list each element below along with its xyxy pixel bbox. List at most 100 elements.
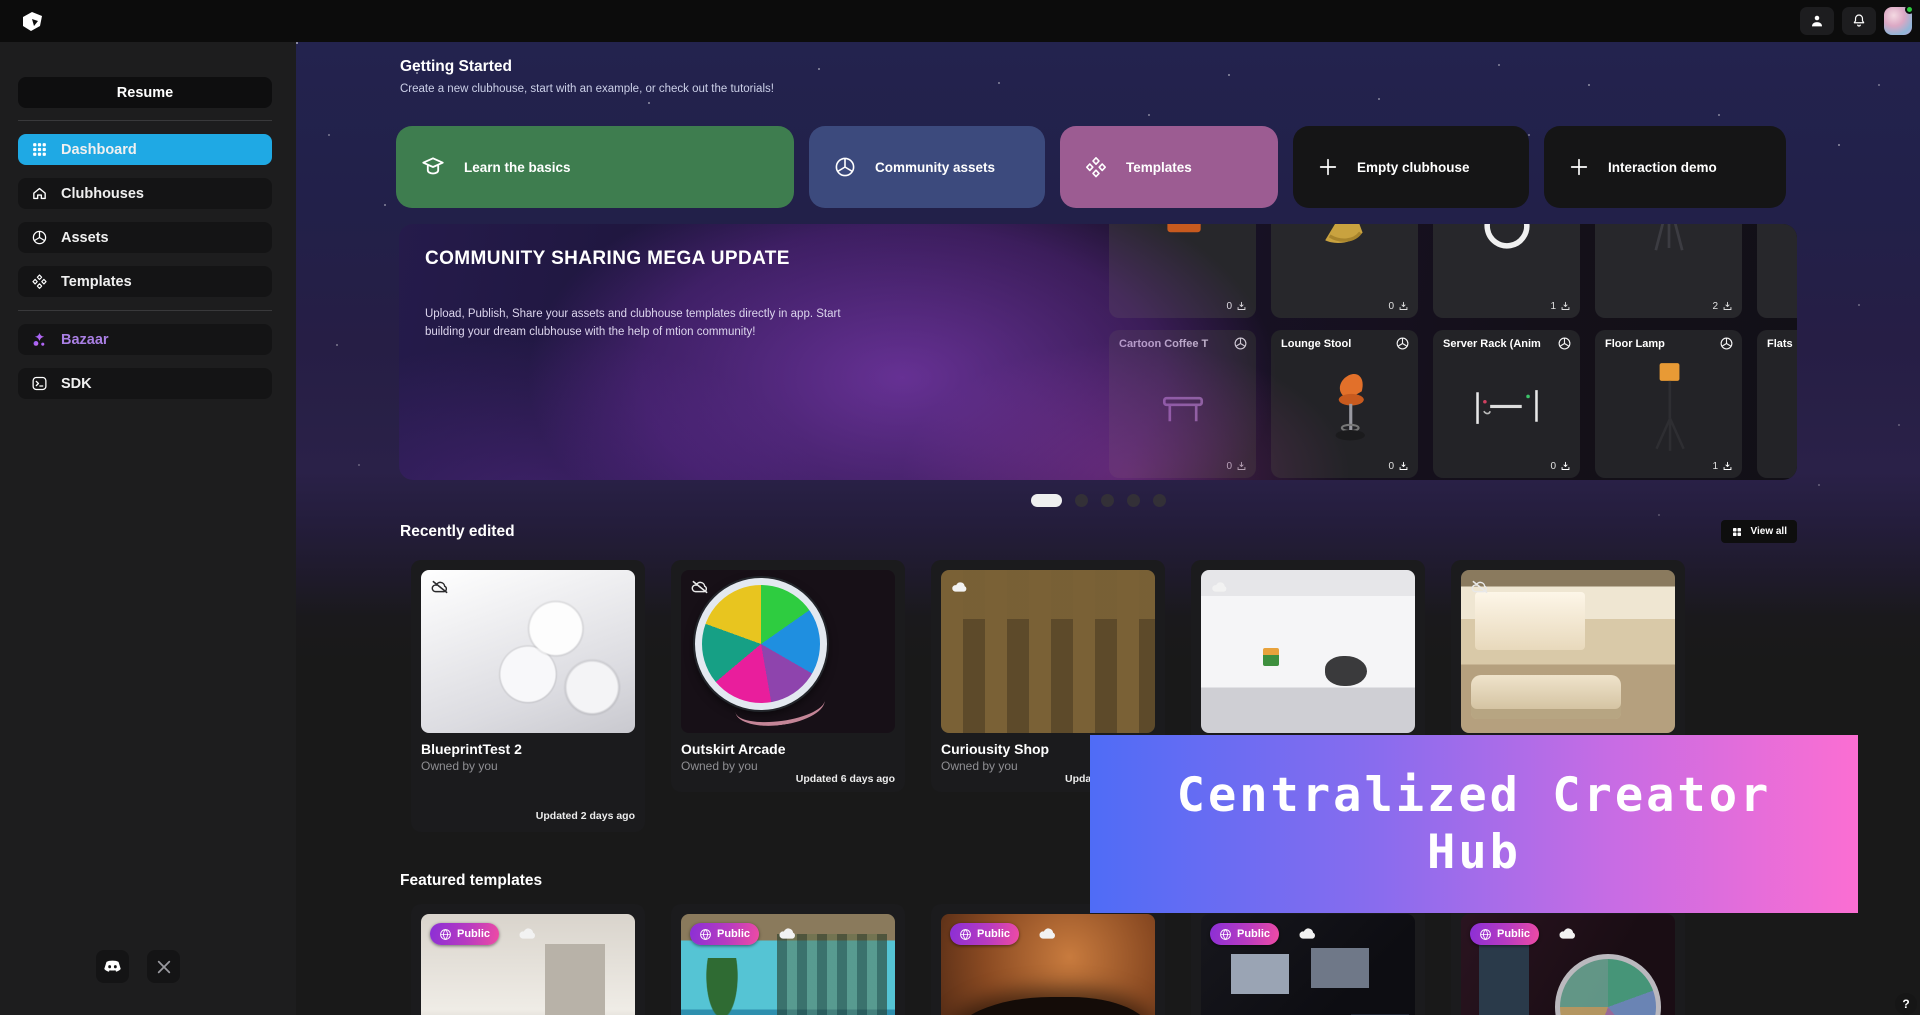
template-card[interactable]: Public bbox=[1191, 904, 1425, 1015]
template-card[interactable]: Public bbox=[1451, 904, 1685, 1015]
sidebar-item-dashboard[interactable]: Dashboard bbox=[18, 134, 272, 165]
asset-card-floor-lamp[interactable]: Floor Lamp 1 bbox=[1595, 330, 1742, 478]
view-all-label: View all bbox=[1750, 526, 1787, 537]
public-badge: Public bbox=[1210, 923, 1279, 945]
sidebar-item-bazaar[interactable]: Bazaar bbox=[18, 324, 272, 355]
interaction-demo-button[interactable]: Interaction demo bbox=[1544, 126, 1786, 208]
download-icon bbox=[1398, 461, 1409, 472]
clubhouse-owner: Owned by you bbox=[421, 759, 635, 773]
community-assets-button[interactable]: Community assets bbox=[809, 126, 1045, 208]
sidebar-item-label: Templates bbox=[61, 274, 132, 290]
cube-icon bbox=[1395, 336, 1410, 351]
bazaar-icon bbox=[31, 331, 48, 348]
clubhouse-title: BlueprintTest 2 bbox=[421, 741, 635, 757]
sidebar-item-clubhouses[interactable]: Clubhouses bbox=[18, 178, 272, 209]
carousel-dots bbox=[399, 494, 1797, 507]
download-icon bbox=[1236, 461, 1247, 472]
globe-icon bbox=[699, 928, 712, 941]
asset-card[interactable]: 0 bbox=[1109, 224, 1256, 318]
clubhouse-card-blueprinttest-2[interactable]: BlueprintTest 2 Owned by you Updated 2 d… bbox=[411, 560, 645, 832]
asset-card-cartoon-coffee-table[interactable]: Cartoon Coffee T 0 bbox=[1109, 330, 1256, 478]
cube-icon bbox=[1557, 336, 1572, 351]
banner-asset-grid: 0 0 1 2 Cartoon Coffee T bbox=[1109, 224, 1797, 480]
starfield-decoration bbox=[296, 42, 298, 44]
carousel-dot[interactable] bbox=[1153, 494, 1166, 507]
user-avatar[interactable] bbox=[1884, 7, 1912, 35]
action-label: Learn the basics bbox=[464, 160, 571, 175]
grid-small-icon bbox=[1731, 526, 1743, 538]
public-badge: Public bbox=[690, 923, 759, 945]
community-update-banner[interactable]: 0 0 1 2 Cartoon Coffee T bbox=[399, 224, 1797, 480]
cloud-icon bbox=[1037, 925, 1059, 942]
coffee-table-thumbnail bbox=[1150, 374, 1216, 440]
template-thumbnail: Public bbox=[1201, 914, 1415, 1015]
sidebar-item-sdk[interactable]: SDK bbox=[18, 368, 272, 399]
bell-icon bbox=[1851, 13, 1867, 29]
app-logo-icon[interactable] bbox=[18, 8, 46, 36]
public-badge: Public bbox=[1470, 923, 1539, 945]
asset-card[interactable]: 0 bbox=[1271, 224, 1418, 318]
discord-icon bbox=[102, 959, 123, 975]
template-thumbnail: Public bbox=[421, 914, 635, 1015]
clubhouse-thumbnail bbox=[941, 570, 1155, 733]
clubhouse-card-outskirt-arcade[interactable]: Outskirt Arcade Owned by you Updated 6 d… bbox=[671, 560, 905, 792]
empty-clubhouse-button[interactable]: Empty clubhouse bbox=[1293, 126, 1529, 208]
asset-card-flats[interactable]: Flats bbox=[1757, 330, 1797, 478]
banner-body: Upload, Publish, Share your assets and c… bbox=[425, 306, 845, 342]
globe-icon bbox=[1479, 928, 1492, 941]
download-icon bbox=[1560, 461, 1571, 472]
download-icon bbox=[1722, 301, 1733, 312]
templates-button[interactable]: Templates bbox=[1060, 126, 1278, 208]
learn-the-basics-button[interactable]: Learn the basics bbox=[396, 126, 794, 208]
ring-thumbnail bbox=[1474, 224, 1540, 257]
terminal-icon bbox=[31, 375, 48, 392]
template-card[interactable]: Public bbox=[411, 904, 645, 1015]
carousel-dot[interactable] bbox=[1075, 494, 1088, 507]
template-card[interactable]: Public bbox=[671, 904, 905, 1015]
view-all-button[interactable]: View all bbox=[1721, 520, 1797, 543]
template-card[interactable]: Public bbox=[931, 904, 1165, 1015]
download-icon bbox=[1236, 301, 1247, 312]
carousel-dot[interactable] bbox=[1127, 494, 1140, 507]
x-icon bbox=[156, 959, 172, 975]
download-icon bbox=[1722, 461, 1733, 472]
action-label: Community assets bbox=[875, 160, 995, 175]
notifications-button[interactable] bbox=[1842, 7, 1876, 35]
public-label: Public bbox=[1497, 928, 1530, 940]
cloud-icon bbox=[777, 925, 799, 942]
cube-icon bbox=[1233, 336, 1248, 351]
resume-button[interactable]: Resume bbox=[18, 77, 272, 108]
download-count: 0 bbox=[1226, 461, 1232, 472]
asset-card[interactable]: 1 bbox=[1433, 224, 1580, 318]
account-button[interactable] bbox=[1800, 7, 1834, 35]
globe-icon bbox=[959, 928, 972, 941]
tripod-thumbnail bbox=[1636, 224, 1702, 257]
template-thumbnail: Public bbox=[941, 914, 1155, 1015]
grid-icon bbox=[31, 141, 48, 158]
sidebar-item-assets[interactable]: Assets bbox=[18, 222, 272, 253]
public-label: Public bbox=[1237, 928, 1270, 940]
sidebar-item-templates[interactable]: Templates bbox=[18, 266, 272, 297]
diamonds-icon bbox=[1084, 155, 1108, 179]
cloud-icon bbox=[1210, 579, 1230, 595]
asset-card[interactable] bbox=[1757, 224, 1797, 318]
clubhouse-owner: Owned by you bbox=[681, 759, 895, 773]
carousel-dot-active[interactable] bbox=[1031, 494, 1062, 507]
clubhouse-thumbnail bbox=[421, 570, 635, 733]
sidebar-item-label: Assets bbox=[61, 230, 109, 246]
house-icon bbox=[31, 185, 48, 202]
sidebar-item-label: Dashboard bbox=[61, 142, 137, 158]
carousel-dot[interactable] bbox=[1101, 494, 1114, 507]
asset-card[interactable]: 2 bbox=[1595, 224, 1742, 318]
x-button[interactable] bbox=[147, 950, 180, 983]
asset-card-server-rack[interactable]: Server Rack (Anim 0 bbox=[1433, 330, 1580, 478]
cloud-off-icon bbox=[430, 579, 450, 595]
download-count: 0 bbox=[1226, 301, 1232, 312]
public-label: Public bbox=[457, 928, 490, 940]
resume-label: Resume bbox=[117, 85, 173, 101]
graduation-cap-icon bbox=[420, 154, 446, 180]
asset-card-lounge-stool[interactable]: Lounge Stool 0 bbox=[1271, 330, 1418, 478]
help-button[interactable]: ? bbox=[1895, 993, 1917, 1015]
hat-thumbnail bbox=[1312, 224, 1378, 254]
discord-button[interactable] bbox=[96, 950, 129, 983]
